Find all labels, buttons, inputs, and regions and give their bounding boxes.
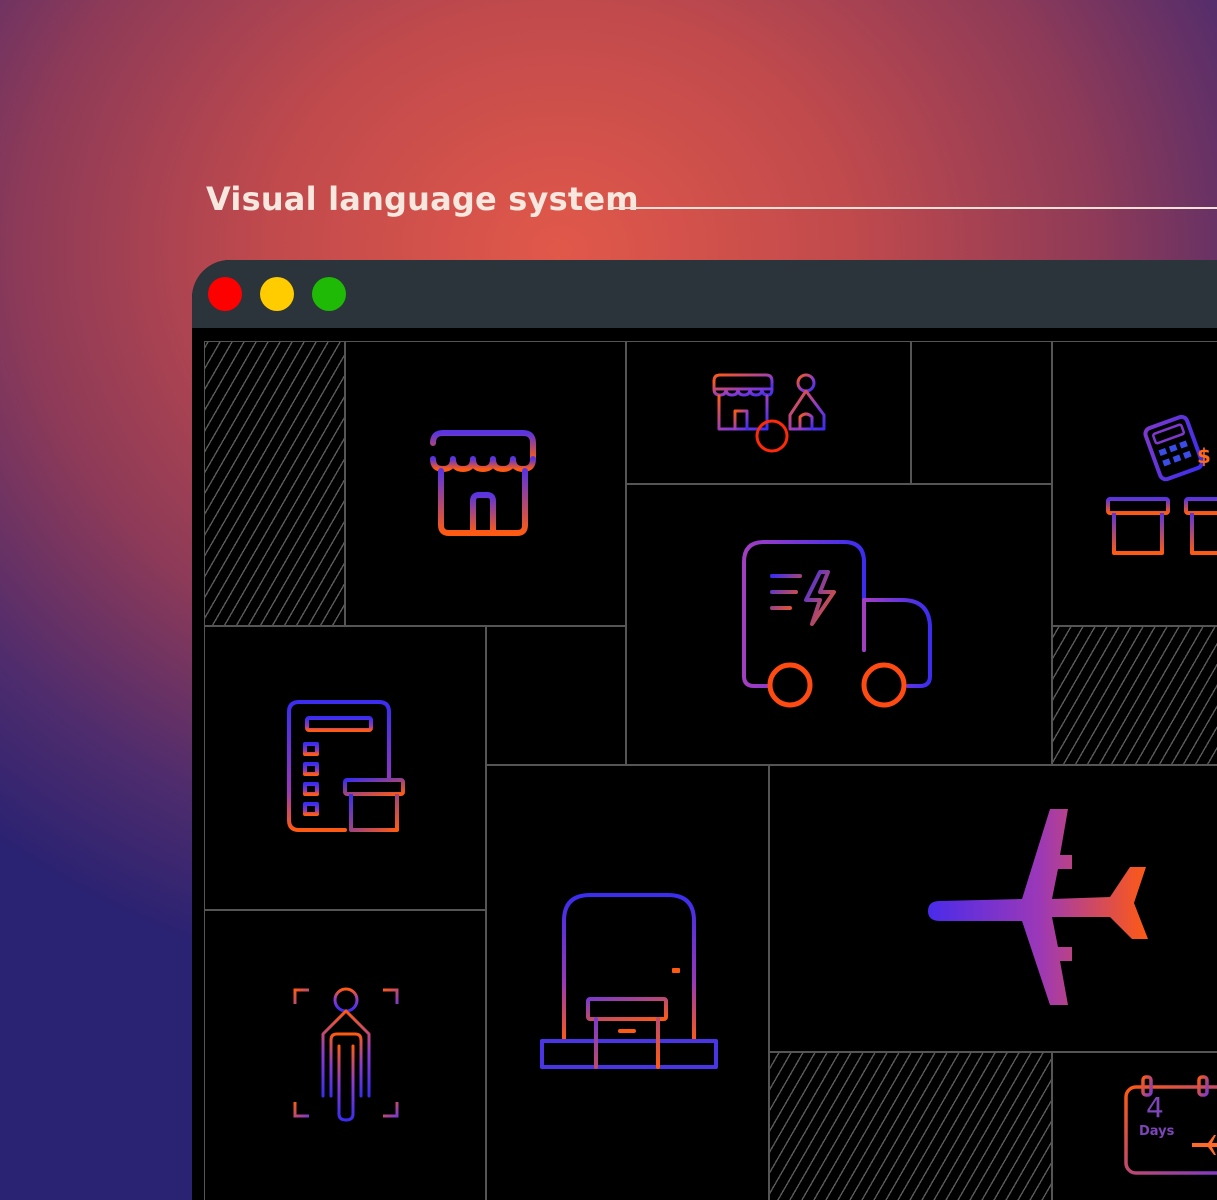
minimize-window-button[interactable] xyxy=(260,277,294,311)
browser-window: $ 4 Days xyxy=(192,260,1217,1200)
door-with-box-icon xyxy=(540,893,718,1069)
maximize-window-button[interactable] xyxy=(312,277,346,311)
calendar-days-label: Days xyxy=(1139,1124,1175,1139)
hatched-tile xyxy=(204,341,345,626)
icon-grid: $ 4 Days xyxy=(192,328,1217,1200)
headline-divider xyxy=(608,207,1217,209)
window-titlebar xyxy=(192,260,1217,328)
grid-tile xyxy=(486,626,626,765)
close-window-button[interactable] xyxy=(208,277,242,311)
hatched-tile xyxy=(1052,626,1217,765)
svg-text:$: $ xyxy=(1197,444,1211,468)
calculator-and-boxes-icon: $ xyxy=(1106,414,1217,555)
airplane-icon xyxy=(928,809,1148,1005)
person-scan-icon xyxy=(293,987,399,1122)
shop-and-user-icon xyxy=(712,373,826,453)
delivery-truck-icon xyxy=(742,540,932,708)
calendar-day-number: 4 xyxy=(1146,1091,1164,1124)
hatched-tile xyxy=(769,1052,1052,1200)
storefront-icon xyxy=(430,430,536,536)
headline-title: Visual language system xyxy=(206,180,639,218)
grid-tile xyxy=(911,341,1052,484)
order-checklist-icon xyxy=(287,700,405,832)
